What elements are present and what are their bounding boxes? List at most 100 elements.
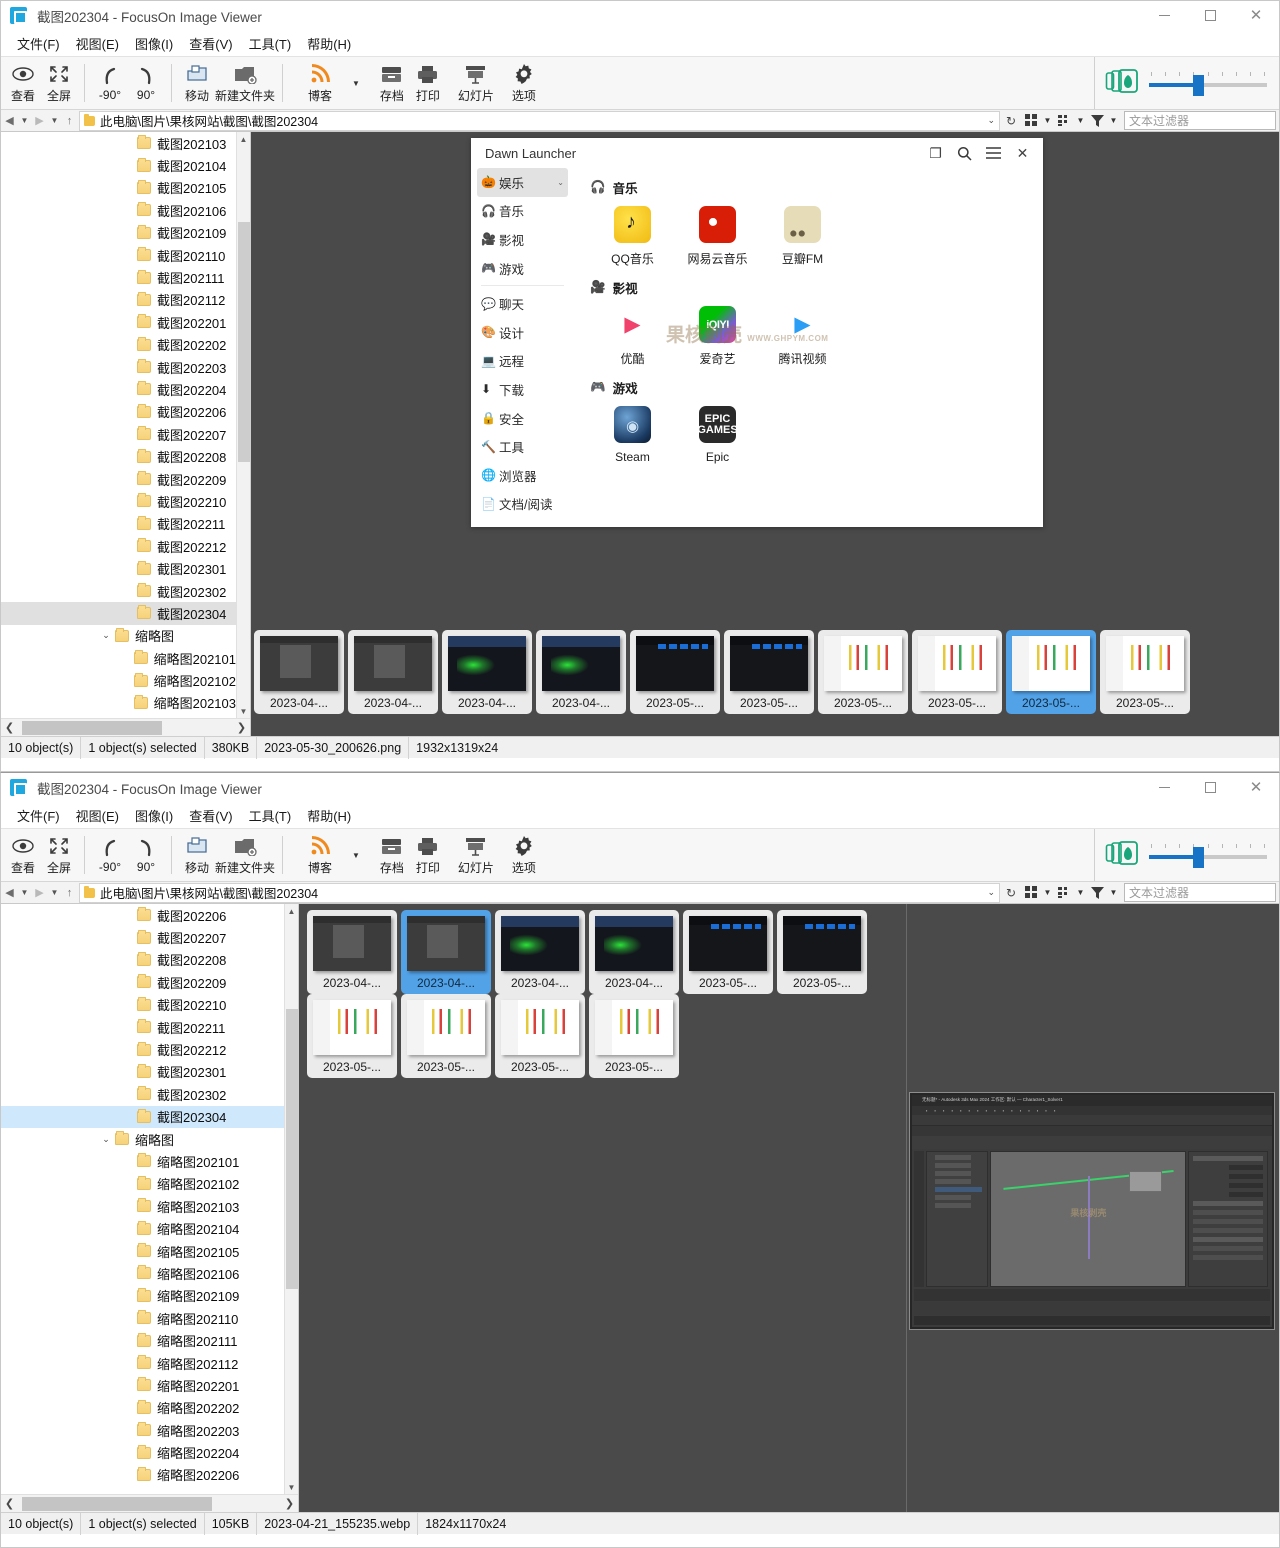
w2-folder-tree[interactable]: 截图202206 截图202207 截图202208 截图202209 截图202210… — [1, 904, 284, 1494]
dawn-category-设计[interactable]: 🎨 设计 — [477, 318, 568, 347]
tree-item[interactable]: 截图202209 — [1, 971, 284, 993]
w1-refresh-button[interactable]: ↻ — [1001, 111, 1021, 131]
dawn-app-Steam[interactable]: Steam — [590, 401, 675, 469]
tree-item[interactable]: 截图202301 — [1, 557, 236, 579]
w1-tree-scroll-right-arrow[interactable]: ❯ — [233, 721, 250, 734]
w2-rotate-left-button[interactable]: -90° — [92, 831, 128, 880]
tree-item[interactable]: 截图202206 — [1, 401, 236, 423]
w1-tree-hscroll-thumb[interactable] — [22, 720, 162, 735]
thumbnail-item[interactable]: 2023-04-... — [348, 630, 438, 714]
w1-new-folder-button[interactable]: 新建文件夹 — [215, 59, 275, 108]
dawn-app-优酷[interactable]: 优酷 — [590, 301, 675, 372]
thumbnail-item[interactable]: 2023-04-... — [307, 910, 397, 994]
chevron-down-icon[interactable]: ⌄ — [981, 887, 995, 898]
w1-text-filter-input[interactable]: 文本过滤器 — [1124, 111, 1276, 130]
w2-back-caret[interactable]: ▼ — [18, 888, 31, 897]
w1-tree-scroll-up-arrow[interactable]: ▲ — [237, 132, 250, 146]
w1-menu-image[interactable]: 图像(I) — [127, 31, 181, 56]
w1-blog-dropdown-caret[interactable]: ▼ — [350, 79, 366, 88]
tree-item[interactable]: 截图202106 — [1, 199, 236, 221]
w1-move-button[interactable]: 移动 — [179, 59, 215, 108]
w2-up-button[interactable]: ↑ — [61, 883, 78, 903]
thumbnail-item[interactable]: 2023-05-... — [777, 910, 867, 994]
w1-close-button[interactable]: ✕ — [1233, 1, 1279, 31]
w2-blog-button[interactable]: 博客 — [290, 831, 350, 880]
thumbnail-item[interactable]: 2023-05-... — [307, 994, 397, 1078]
dawn-app-爱奇艺[interactable]: iQIYI 爱奇艺 — [675, 301, 760, 372]
thumbnail-item[interactable]: 2023-05-... — [495, 994, 585, 1078]
tree-item[interactable]: 缩略图202202 — [1, 1397, 284, 1419]
tree-item[interactable]: 截图202211 — [1, 1016, 284, 1038]
tree-item[interactable]: 缩略图202109 — [1, 1285, 284, 1307]
dawn-category-聊天[interactable]: 💬 聊天 — [477, 289, 568, 318]
tree-item[interactable]: 缩略图202206 — [1, 1464, 284, 1486]
w2-back-button[interactable]: ◀ — [1, 883, 18, 903]
tree-item[interactable]: 缩略图202105 — [1, 1240, 284, 1262]
w1-rotate-left-button[interactable]: -90° — [92, 59, 128, 108]
thumbnail-item[interactable]: 2023-05-... — [683, 910, 773, 994]
tree-item[interactable]: 缩略图202103 — [1, 1195, 284, 1217]
w1-minimize-button[interactable] — [1141, 1, 1187, 31]
dawn-search-icon[interactable] — [950, 140, 979, 166]
tree-item[interactable]: 截图202111 — [1, 266, 236, 288]
w2-zoom-image-icon[interactable] — [1105, 840, 1139, 871]
w2-tree-hscroll-track[interactable] — [18, 1495, 281, 1513]
w2-preview-image[interactable]: 无标题* - Autodesk 3ds Max 2024 工作区: 默认 — C… — [909, 1092, 1275, 1330]
thumbnail-item[interactable]: ✔2023-05-... — [1006, 630, 1096, 714]
dawn-category-安全[interactable]: 🔒 安全 — [477, 404, 568, 433]
tree-item[interactable]: 截图202209 — [1, 468, 236, 490]
thumbnail-item[interactable]: 2023-05-... — [724, 630, 814, 714]
w1-tree-scroll-thumb[interactable] — [238, 222, 250, 462]
w2-menu-view[interactable]: 视图(E) — [68, 803, 127, 828]
thumbnail-item[interactable]: 2023-04-... — [442, 630, 532, 714]
dawn-category-远程[interactable]: 💻 远程 — [477, 347, 568, 376]
w1-up-button[interactable]: ↑ — [61, 111, 78, 131]
dawn-menu-icon[interactable] — [979, 140, 1008, 166]
w1-archive-button[interactable]: 存档 — [374, 59, 410, 108]
chevron-down-icon[interactable]: ⌄ — [557, 178, 564, 187]
w1-back-button[interactable]: ◀ — [1, 111, 18, 131]
dawn-category-sidebar[interactable]: 🎃 娱乐 ⌄ 🎧 音乐 🎥 影视 🎮 游戏 💬 聊天 🎨 设计 💻 远程 ⬇ 下载 🔒 安全 🔨 工具 🌐 浏览器 📄 文档/阅… — [471, 168, 574, 527]
tree-item[interactable]: 截图202206 — [1, 904, 284, 926]
dawn-category-文档/阅读[interactable]: 📄 文档/阅读 — [477, 490, 568, 519]
w2-tree-horizontal-scrollbar[interactable]: ❮ ❯ — [1, 1494, 298, 1512]
tree-item[interactable]: 截图202212 — [1, 1038, 284, 1060]
w1-menu-look[interactable]: 查看(V) — [181, 31, 240, 56]
w1-back-caret[interactable]: ▼ — [18, 116, 31, 125]
tree-item[interactable]: 缩略图202101 — [1, 647, 236, 669]
w2-view-mode-caret[interactable]: ▼ — [1041, 888, 1054, 897]
dawn-category-影视[interactable]: 🎥 影视 — [477, 225, 568, 254]
tree-item[interactable]: 截图202301 — [1, 1061, 284, 1083]
w1-tree-horizontal-scrollbar[interactable]: ❮ ❯ — [1, 718, 250, 736]
chevron-down-icon[interactable]: ⌄ — [981, 115, 995, 126]
tree-item[interactable]: 截图202109 — [1, 222, 236, 244]
w2-maximize-button[interactable] — [1187, 773, 1233, 803]
tree-item[interactable]: 缩略图202106 — [1, 1262, 284, 1284]
w1-zoom-slider[interactable] — [1149, 72, 1267, 96]
w1-menu-file[interactable]: 文件(F) — [9, 31, 68, 56]
thumbnail-item[interactable]: 2023-04-... — [589, 910, 679, 994]
tree-item[interactable]: 缩略图202204 — [1, 1441, 284, 1463]
dawn-app-QQ音乐[interactable]: QQ音乐 — [590, 201, 675, 272]
w2-menu-help[interactable]: 帮助(H) — [299, 803, 359, 828]
tree-item[interactable]: 截图202302 — [1, 580, 236, 602]
w2-menu-file[interactable]: 文件(F) — [9, 803, 68, 828]
tree-item[interactable]: 缩略图202102 — [1, 669, 236, 691]
w1-forward-caret[interactable]: ▼ — [48, 116, 61, 125]
tree-item[interactable]: 截图202204 — [1, 378, 236, 400]
w2-zoom-slider[interactable] — [1149, 844, 1267, 868]
w2-move-button[interactable]: 移动 — [179, 831, 215, 880]
thumbnail-item[interactable]: 2023-04-... — [254, 630, 344, 714]
w1-tree-scroll-down-arrow[interactable]: ▼ — [237, 704, 250, 718]
w1-zoom-image-icon[interactable] — [1105, 68, 1139, 99]
w2-tree-scroll-thumb[interactable] — [286, 1009, 298, 1289]
tree-item[interactable]: 缩略图202201 — [1, 1374, 284, 1396]
w1-folder-tree[interactable]: 截图202103 截图202104 截图202105 截图202106 截图202109… — [1, 132, 236, 718]
tree-item[interactable]: 截图202201 — [1, 311, 236, 333]
w1-slideshow-button[interactable]: 幻灯片 — [446, 59, 506, 108]
tree-item[interactable]: 截图202212 — [1, 535, 236, 557]
tree-item[interactable]: 缩略图202102 — [1, 1173, 284, 1195]
thumbnail-item[interactable]: 2023-04-... — [495, 910, 585, 994]
tree-item[interactable]: 截图202207 — [1, 423, 236, 445]
tree-item[interactable]: 截图202110 — [1, 244, 236, 266]
